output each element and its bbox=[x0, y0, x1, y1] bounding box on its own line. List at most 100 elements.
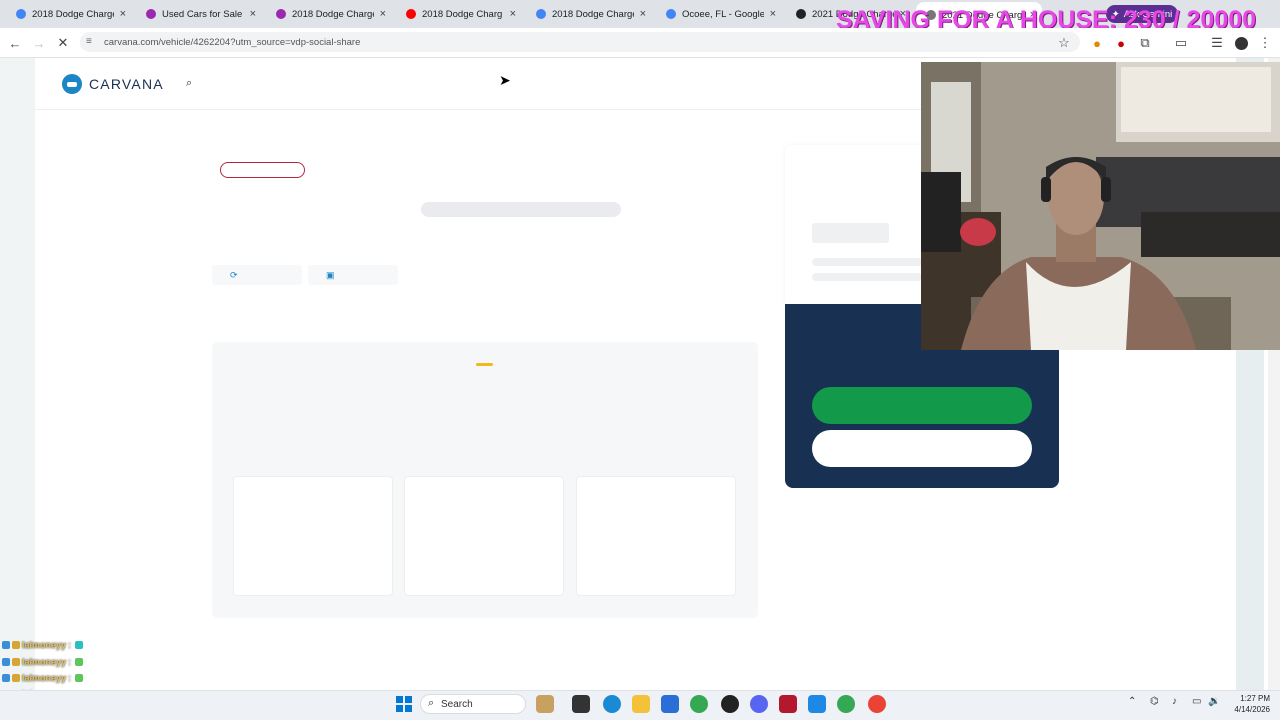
url-text: carvana.com/vehicle/4262204?utm_source=v… bbox=[104, 36, 361, 48]
carvana-icon bbox=[796, 9, 806, 19]
tab-title: Ocoee, FL - Google Sea bbox=[682, 8, 764, 20]
more-menu-icon[interactable]: ⋮ bbox=[1256, 34, 1274, 52]
chat-separator: : bbox=[68, 657, 72, 667]
browser-tab[interactable]: 2018 Dodge Charger SI × bbox=[526, 4, 652, 24]
close-tab-icon[interactable]: × bbox=[250, 8, 256, 20]
price-detail-placeholder bbox=[812, 273, 922, 281]
search-icon[interactable]: ⌕ bbox=[186, 77, 192, 90]
chat-badge-icon bbox=[2, 674, 10, 682]
close-tab-icon[interactable]: × bbox=[770, 8, 776, 20]
info-card-placeholder bbox=[404, 476, 564, 596]
close-tab-icon[interactable]: × bbox=[120, 8, 126, 20]
store-icon[interactable] bbox=[661, 695, 679, 713]
stop-loading-icon[interactable]: ✕ bbox=[54, 34, 72, 52]
file-explorer-icon[interactable] bbox=[632, 695, 650, 713]
price-detail-placeholder bbox=[812, 258, 922, 266]
mouse-cursor-icon: ➤ bbox=[499, 72, 511, 88]
cast-icon[interactable]: ▭ bbox=[1172, 34, 1190, 52]
chat-username: lalmoneyy bbox=[22, 673, 67, 683]
tab-title: 2018 Dodge Charger SI bbox=[552, 8, 634, 20]
loading-badge-placeholder bbox=[220, 162, 305, 178]
task-view-icon[interactable] bbox=[572, 695, 590, 713]
360-view-chip[interactable]: ⟳ bbox=[212, 265, 302, 285]
carvana-logo-text[interactable]: CARVANA bbox=[89, 76, 164, 92]
network-icon[interactable]: ⌬ bbox=[1150, 696, 1159, 707]
chat-emote-icon bbox=[75, 674, 84, 682]
browser-tab[interactable]: 2018 Dodge Charger SI × bbox=[6, 4, 132, 24]
info-card-placeholder bbox=[233, 476, 393, 596]
adblock-extension-icon[interactable]: ● bbox=[1112, 34, 1130, 52]
bookmark-star-icon[interactable]: ☆ bbox=[1055, 34, 1073, 52]
chat-message: lalmoneyy : bbox=[2, 671, 84, 685]
link-icon bbox=[146, 9, 156, 19]
tab-title: 2018 Dodge Charger SI bbox=[292, 8, 374, 20]
chat-message: lalmoneyy : bbox=[2, 638, 84, 652]
app-icon[interactable] bbox=[808, 695, 826, 713]
chrome-icon[interactable] bbox=[690, 695, 708, 713]
volume-icon[interactable]: 🔉 bbox=[1208, 696, 1220, 707]
chevron-up-icon[interactable]: ⌃ bbox=[1128, 696, 1136, 707]
browser-tab[interactable]: Used Cars for Sale Nea × bbox=[136, 4, 262, 24]
windows-start-icon[interactable] bbox=[396, 696, 412, 712]
address-bar[interactable]: carvana.com/vehicle/4262204?utm_source=v… bbox=[80, 32, 1080, 52]
chat-emote-icon bbox=[75, 658, 84, 666]
chat-badge-icon bbox=[2, 641, 10, 649]
chat-message: lalmoneyy : bbox=[2, 655, 84, 669]
mic-icon[interactable]: ♪ bbox=[1172, 696, 1177, 707]
chat-badge-icon bbox=[2, 658, 10, 666]
clock-time: 1:27 PM bbox=[1240, 694, 1270, 703]
chat-username: lalmoneyy bbox=[22, 640, 67, 650]
chrome-profile-icon[interactable] bbox=[868, 695, 886, 713]
secondary-action-button[interactable] bbox=[812, 430, 1032, 467]
discord-icon[interactable] bbox=[750, 695, 768, 713]
vehicle-title-placeholder bbox=[421, 202, 621, 217]
carvana-logo-icon[interactable] bbox=[62, 74, 82, 94]
chat-separator: : bbox=[68, 640, 72, 650]
reading-list-icon[interactable]: ☰ bbox=[1208, 34, 1226, 52]
google-icon bbox=[16, 9, 26, 19]
site-header bbox=[35, 58, 921, 110]
primary-action-button[interactable] bbox=[812, 387, 1032, 424]
360-view-icon: ⟳ bbox=[230, 269, 238, 280]
edge-icon[interactable] bbox=[603, 695, 621, 713]
extensions-puzzle-icon[interactable]: ⧉ bbox=[1136, 34, 1154, 52]
chat-username: lalmoneyy bbox=[22, 657, 67, 667]
browser-tab[interactable]: Ocoee, FL - Google Sea × bbox=[656, 4, 782, 24]
google-icon bbox=[666, 9, 676, 19]
left-gutter bbox=[0, 58, 35, 690]
chat-badge-icon bbox=[12, 674, 20, 682]
acrobat-icon[interactable] bbox=[779, 695, 797, 713]
webcam-overlay bbox=[921, 62, 1280, 350]
google-icon bbox=[536, 9, 546, 19]
profile-avatar[interactable] bbox=[1232, 34, 1250, 52]
chat-emote-icon bbox=[75, 641, 84, 649]
close-tab-icon[interactable]: × bbox=[640, 8, 646, 20]
image-icon: ▣ bbox=[326, 269, 335, 280]
site-info-icon[interactable]: ≡ bbox=[86, 36, 98, 48]
tab-title: 2018 Dodge Charg bbox=[422, 8, 503, 20]
search-icon: ⌕ bbox=[428, 697, 435, 709]
photos-chip[interactable]: ▣ bbox=[308, 265, 398, 285]
youtube-icon bbox=[406, 9, 416, 19]
info-card-placeholder bbox=[576, 476, 736, 596]
price-placeholder bbox=[812, 223, 889, 243]
chat-separator: : bbox=[68, 673, 72, 683]
clock-date: 4/14/2026 bbox=[1234, 705, 1270, 714]
browser-tab[interactable]: 2018 Dodge Charger SI × bbox=[266, 4, 392, 24]
taskbar-search-box[interactable]: Search bbox=[420, 694, 526, 714]
chrome-profile-icon[interactable] bbox=[837, 695, 855, 713]
forward-icon[interactable]: → bbox=[30, 34, 48, 52]
browser-tab[interactable]: 2018 Dodge Charg × bbox=[396, 4, 522, 24]
link-icon bbox=[276, 9, 286, 19]
close-tab-icon[interactable]: × bbox=[380, 8, 386, 20]
weather-widget-icon[interactable] bbox=[536, 695, 554, 713]
taskbar-clock[interactable]: 1:27 PM 4/14/2026 bbox=[1222, 693, 1270, 715]
extension-icon[interactable]: ● bbox=[1088, 34, 1106, 52]
back-icon[interactable]: ← bbox=[6, 34, 24, 52]
display-icon[interactable]: ▭ bbox=[1192, 696, 1201, 707]
chat-badge-icon bbox=[12, 641, 20, 649]
obs-icon[interactable] bbox=[721, 695, 739, 713]
loading-indicator bbox=[476, 363, 493, 366]
webcam-feed-image bbox=[921, 62, 1280, 350]
close-tab-icon[interactable]: × bbox=[510, 8, 516, 20]
